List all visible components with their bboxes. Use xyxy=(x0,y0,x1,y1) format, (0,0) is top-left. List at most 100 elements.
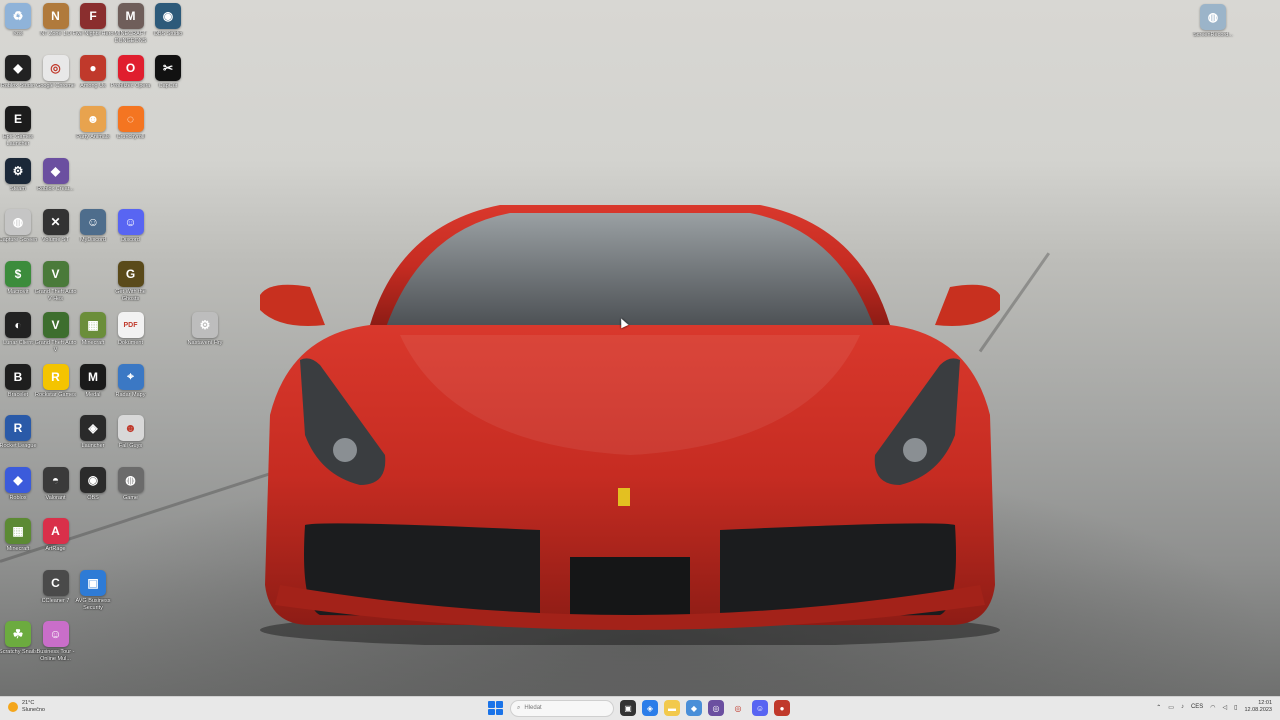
roblox-icon: ◆ xyxy=(42,157,69,184)
weather-desc: Slunečno xyxy=(22,707,45,713)
ccleaner-icon: C xyxy=(42,569,69,596)
chevron-up-icon[interactable]: ⌃ xyxy=(1156,704,1161,711)
game-icon: F xyxy=(80,3,106,29)
app-icon: A xyxy=(42,518,69,544)
desktop-icon-13[interactable]: ◌ Crunchyroll xyxy=(111,106,151,141)
volume-icon[interactable]: ◁ xyxy=(1223,704,1228,711)
start-button[interactable] xyxy=(486,699,504,717)
obs-icon: ◉ xyxy=(80,466,106,493)
desktop-icon-label: OBS Studio xyxy=(153,31,183,37)
desktop-icon-label: Nastavení Hry xyxy=(187,340,223,346)
desktop-icon-31[interactable]: ⌖ Radar Mapy xyxy=(111,363,151,399)
language-indicator[interactable]: CES xyxy=(1191,704,1203,710)
clock[interactable]: 12:01 12.08.2023 xyxy=(1244,700,1272,714)
camera-icon: ◉ xyxy=(155,3,181,29)
desktop-icon-15[interactable]: ◆ Roblox Creat... xyxy=(36,157,76,193)
desktop-icon-label: Dokument xyxy=(117,340,144,346)
file-explorer-icon[interactable]: ▬ xyxy=(664,700,680,716)
battery-icon[interactable]: ▯ xyxy=(1234,704,1237,711)
game-icon: N xyxy=(42,3,69,29)
desktop-icon-label: Grand Theft Auto V Hes xyxy=(34,288,77,302)
game-icon: G xyxy=(117,260,144,287)
desktop-icon-26[interactable]: PDF Dokument xyxy=(111,312,151,347)
game-icon: M xyxy=(117,3,144,29)
wifi-icon[interactable]: ◠ xyxy=(1210,704,1215,711)
crunchyroll-icon: ◌ xyxy=(117,106,144,132)
rocket-league-icon: R xyxy=(5,415,31,441)
desktop-icon-19[interactable]: ☺ Discord xyxy=(111,209,151,244)
desktop-icon-label: Get With the Ghosts xyxy=(115,288,146,302)
desktop-icon-label: Discord xyxy=(121,237,140,243)
desktop-icon-34[interactable]: ☻ Fall Guys xyxy=(111,415,151,450)
desktop-icon-5[interactable]: ◉ OBS Studio xyxy=(148,3,188,38)
search-input[interactable]: ⌕ Hledat xyxy=(510,699,614,717)
desktop-icon-38[interactable]: ◍ Game xyxy=(111,466,151,502)
widgets-icon[interactable]: ◈ xyxy=(642,700,658,716)
search-placeholder: Hledat xyxy=(524,705,542,711)
lunar-icon: ◐ xyxy=(5,312,31,338)
discord-icon[interactable]: ☺ xyxy=(752,700,768,716)
chrome-icon: ◎ xyxy=(42,54,69,81)
desktop-icon-label: Rocket League xyxy=(0,443,37,449)
opera-icon: O xyxy=(117,54,144,81)
dog-icon: ☻ xyxy=(80,106,106,132)
desktop-icon-45[interactable]: ◍ ScreenRecord... xyxy=(1193,4,1233,39)
desktop-icon-10[interactable]: ✂ CapCut xyxy=(148,54,188,90)
among-us-icon: ● xyxy=(80,54,106,81)
store-icon[interactable]: ◆ xyxy=(686,700,702,716)
weather-widget[interactable]: 21°C Slunečno xyxy=(8,700,45,714)
rockstar-icon: R xyxy=(42,363,69,390)
desktop-icon-27[interactable]: ⚙ Nastavení Hry xyxy=(185,312,225,347)
desktop-icon-label: ScreenRecord... xyxy=(1193,32,1233,38)
avg-icon: ▣ xyxy=(80,569,106,596)
desktop-icon-label: AVG Business Security xyxy=(75,597,111,611)
recycle-bin-icon: ♻ xyxy=(5,3,31,29)
macro-icon: $ xyxy=(5,260,31,287)
roblox-icon: ◆ xyxy=(5,466,31,493)
desktop-icon-24[interactable]: V Grand Theft Auto V xyxy=(35,312,76,354)
desktop-icon-4[interactable]: M MINECRAFT DUNGEONS xyxy=(111,3,151,45)
game-icon: ◍ xyxy=(117,466,144,493)
launcher-icon: ◈ xyxy=(80,415,106,441)
weather-temp: 21°C xyxy=(22,700,35,706)
desktop-icon-label: Crunchyroll xyxy=(116,134,145,140)
taskbar: 21°C Slunečno ⌕ Hledat ▣ ◈ ▬ ◆ ◎ ◎ ☺ ● ⌃ ▭ ♪ CE… xyxy=(0,696,1280,720)
minecraft-icon: ▦ xyxy=(5,518,31,544)
capcut-icon: ✂ xyxy=(155,54,181,81)
desktop-icon-label: ArtRage xyxy=(45,546,66,552)
search-icon: ⌕ xyxy=(517,704,521,711)
browser-icon[interactable]: ◎ xyxy=(708,700,724,716)
penguin-icon: ☺ xyxy=(80,209,106,235)
desktop-icon-42[interactable]: ▣ AVG Business Security xyxy=(73,569,113,612)
network-icon[interactable]: ▭ xyxy=(1168,704,1174,711)
system-tray: ⌃ ▭ ♪ CES ◠ ◁ ▯ 12:01 12.08.2023 xyxy=(1156,700,1272,714)
capture-icon: ◍ xyxy=(5,209,31,235)
medal-icon: M xyxy=(80,363,106,390)
clock-time: 12:01 xyxy=(1258,700,1272,706)
app-icon[interactable]: ● xyxy=(774,700,790,716)
clock-date: 12.08.2023 xyxy=(1244,707,1272,713)
sun-icon xyxy=(8,702,18,712)
chrome-icon[interactable]: ◎ xyxy=(730,700,746,716)
screen-record-icon: ◍ xyxy=(1200,4,1226,30)
desktop-icon-22[interactable]: G Get With the Ghosts xyxy=(111,260,151,303)
map-pin-icon: ⌖ xyxy=(117,363,144,390)
desktop-icon-44[interactable]: ☺ Business Tour - Online Mul... xyxy=(36,621,76,663)
desktop-icon-40[interactable]: A ArtRage xyxy=(36,518,76,553)
desktop-icon-area: ♻ Koš N NT Zone 1.0 F Five Nights Hero M MINECR… xyxy=(0,0,1280,696)
desktop-icon-21[interactable]: V Grand Theft Auto V Hes xyxy=(34,260,77,303)
game-icon: ✕ xyxy=(42,209,69,235)
gta-icon: V xyxy=(42,312,69,338)
desktop-icon-label: Roblox Creat... xyxy=(37,185,74,192)
pdf-icon: PDF xyxy=(117,312,144,338)
desktop-icon-32[interactable]: R Rocket League xyxy=(0,415,38,450)
desktop-icon-label: Game xyxy=(123,494,138,501)
task-view-icon[interactable]: ▣ xyxy=(620,700,636,716)
taskbar-pinned-apps: ⌕ Hledat ▣ ◈ ▬ ◆ ◎ ◎ ☺ ● xyxy=(486,699,790,717)
microphone-icon[interactable]: ♪ xyxy=(1181,704,1184,710)
steam-icon: ⚙ xyxy=(5,157,31,184)
game-icon: B xyxy=(5,363,31,390)
desktop-icon-11[interactable]: E Epic Games Launcher xyxy=(0,106,38,148)
desktop-icon-label: Fall Guys xyxy=(118,443,143,449)
game-icon: ☺ xyxy=(42,621,69,647)
